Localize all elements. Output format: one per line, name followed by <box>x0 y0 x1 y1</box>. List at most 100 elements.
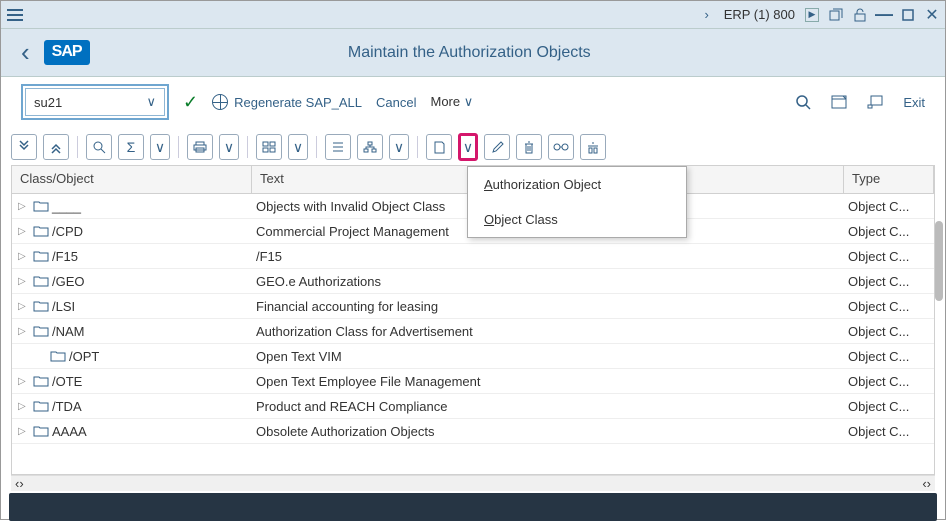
vertical-scrollbar[interactable] <box>935 221 943 301</box>
layout-icon[interactable] <box>831 95 847 109</box>
expand-icon[interactable]: ▷ <box>18 251 30 262</box>
object-text: Open Text Employee File Management <box>252 374 844 389</box>
object-name: AAAA <box>52 424 87 439</box>
menu-object-class[interactable]: Object Class <box>468 202 686 237</box>
cancel-button[interactable]: Cancel <box>376 95 416 110</box>
where-used-button[interactable] <box>580 134 606 160</box>
print-button[interactable] <box>187 134 213 160</box>
more-button[interactable]: More ∨ <box>431 94 474 110</box>
folder-icon <box>33 225 49 237</box>
table-row[interactable]: /OPT Open Text VIMObject C... <box>12 344 934 369</box>
export-button[interactable] <box>256 134 282 160</box>
table-row[interactable]: ▷/TDAProduct and REACH ComplianceObject … <box>12 394 934 419</box>
create-dropdown[interactable]: ∨ <box>458 133 478 161</box>
folder-icon <box>33 250 49 262</box>
menu-authorization-object[interactable]: Authorization Object <box>468 167 686 202</box>
detach-icon[interactable] <box>867 95 883 109</box>
object-type: Object C... <box>844 324 934 339</box>
table-row[interactable]: ▷ /GEO GEO.e AuthorizationsObject C... <box>12 269 934 294</box>
expand-all-button[interactable] <box>11 134 37 160</box>
table-row[interactable]: ▷/F15/F15Object C... <box>12 244 934 269</box>
regenerate-button[interactable]: Regenerate SAP_ALL <box>212 94 362 110</box>
expand-icon[interactable]: ▷ <box>18 326 30 337</box>
collapse-all-button[interactable] <box>43 134 69 160</box>
delete-button[interactable] <box>516 134 542 160</box>
close-icon[interactable]: ✕ <box>925 8 939 22</box>
check-icon[interactable]: ✓ <box>183 92 198 113</box>
expand-icon[interactable]: ▷ <box>18 376 30 387</box>
folder-icon <box>33 300 49 312</box>
folder-icon <box>33 425 49 437</box>
object-type: Object C... <box>844 274 934 289</box>
sum-dropdown[interactable]: ∨ <box>150 134 170 160</box>
expand-icon[interactable]: ▷ <box>18 401 30 412</box>
chevron-down-icon[interactable]: ∨ <box>146 94 156 110</box>
expand-icon[interactable]: ▷ <box>18 201 30 212</box>
display-button[interactable] <box>548 134 574 160</box>
unlock-icon[interactable] <box>853 8 867 22</box>
object-text: Product and REACH Compliance <box>252 399 844 414</box>
object-name: ____ <box>52 199 81 214</box>
col-type[interactable]: Type <box>844 166 934 193</box>
hierarchy-button[interactable] <box>357 134 383 160</box>
grid-toolbar: Σ ∨ ∨ ∨ ∨ ∨ <box>11 131 935 165</box>
object-name: /OTE <box>52 374 82 389</box>
find-button[interactable] <box>86 134 112 160</box>
tcode-input-wrap: su21 ∨ <box>21 84 169 120</box>
edit-button[interactable] <box>484 134 510 160</box>
page-title: Maintain the Authorization Objects <box>104 44 835 62</box>
system-label: ERP (1) 800 <box>724 7 795 22</box>
header: ‹ SAP Maintain the Authorization Objects <box>1 29 945 77</box>
folder-icon <box>50 350 66 362</box>
object-type: Object C... <box>844 424 934 439</box>
folder-icon <box>33 400 49 412</box>
sum-button[interactable]: Σ <box>118 134 144 160</box>
play-icon[interactable]: ▶ <box>805 8 819 22</box>
print-dropdown[interactable]: ∨ <box>219 134 239 160</box>
folder-icon <box>33 275 49 287</box>
sap-logo: SAP <box>44 40 90 65</box>
hamburger-menu-icon[interactable] <box>7 9 23 21</box>
new-window-icon[interactable] <box>829 8 843 22</box>
object-grid: Class/Object Text Type ▷____Objects with… <box>11 165 935 475</box>
expand-icon[interactable]: ▷ <box>18 226 30 237</box>
object-type: Object C... <box>844 249 934 264</box>
tcode-value: su21 <box>34 95 62 110</box>
object-name: /GEO <box>52 274 85 289</box>
table-row[interactable]: ▷/LSIFinancial accounting for leasingObj… <box>12 294 934 319</box>
object-text: GEO.e Authorizations <box>252 274 844 289</box>
action-bar: su21 ∨ ✓ Regenerate SAP_ALL Cancel More … <box>1 77 945 127</box>
object-type: Object C... <box>844 374 934 389</box>
folder-icon <box>33 375 49 387</box>
search-icon[interactable] <box>795 94 811 110</box>
create-menu: Authorization Object Object Class <box>467 166 687 238</box>
expand-icon[interactable]: ▷ <box>18 276 30 287</box>
object-name: /CPD <box>52 224 83 239</box>
minimize-icon[interactable]: — <box>877 8 891 22</box>
col-class-object[interactable]: Class/Object <box>12 166 252 193</box>
table-row[interactable]: ▷ /OTE Open Text Employee File ManagementO… <box>12 369 934 394</box>
object-text: Open Text VIM <box>252 349 844 364</box>
object-name: /LSI <box>52 299 75 314</box>
object-name: /OPT <box>69 349 99 364</box>
back-button[interactable]: ‹ <box>21 37 30 68</box>
horizontal-scrollbar[interactable]: ‹›‹› <box>11 475 935 491</box>
folder-icon <box>33 200 49 212</box>
chevron-right-icon[interactable]: › <box>700 8 714 22</box>
export-dropdown[interactable]: ∨ <box>288 134 308 160</box>
expand-icon[interactable]: ▷ <box>18 301 30 312</box>
list-button[interactable] <box>325 134 351 160</box>
expand-icon[interactable]: ▷ <box>18 426 30 437</box>
object-type: Object C... <box>844 349 934 364</box>
create-button[interactable] <box>426 134 452 160</box>
tcode-input[interactable]: su21 ∨ <box>25 88 165 116</box>
exit-button[interactable]: Exit <box>903 95 925 110</box>
object-name: /TDA <box>52 399 82 414</box>
titlebar: › ERP (1) 800 ▶ — ✕ <box>1 1 945 29</box>
maximize-icon[interactable] <box>901 8 915 22</box>
hierarchy-dropdown[interactable]: ∨ <box>389 134 409 160</box>
table-row[interactable]: ▷AAAAObsolete Authorization ObjectsObjec… <box>12 419 934 444</box>
object-text: Financial accounting for leasing <box>252 299 844 314</box>
table-row[interactable]: ▷/NAMAuthorization Class for Advertiseme… <box>12 319 934 344</box>
object-text: Authorization Class for Advertisement <box>252 324 844 339</box>
